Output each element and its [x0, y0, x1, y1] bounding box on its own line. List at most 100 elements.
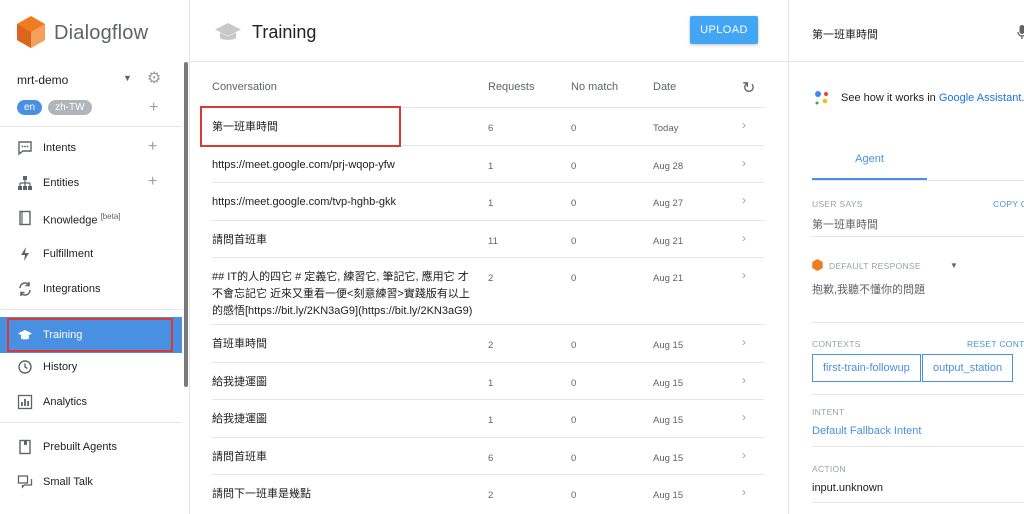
- sidebar-item-intents[interactable]: Intents +: [0, 130, 182, 166]
- table-row[interactable]: ## IT的人的四它 # 定義它, 練習它, 筆記它, 應用它 才不會忘記它 近…: [212, 258, 764, 325]
- row-requests: 1: [488, 377, 494, 389]
- chevron-right-icon[interactable]: ›: [742, 118, 746, 132]
- row-conversation: 請問首班車: [212, 450, 267, 463]
- column-header-no-match[interactable]: No match: [571, 81, 618, 93]
- chevron-right-icon[interactable]: ›: [742, 268, 746, 282]
- dialogflow-response-icon: [812, 259, 823, 274]
- chevron-right-icon[interactable]: ›: [742, 410, 746, 424]
- intent-label: INTENT: [812, 407, 845, 417]
- table-row[interactable]: 首班車時間 2 0 Aug 15 ›: [212, 325, 764, 363]
- sidebar-item-fulfillment[interactable]: Fulfillment: [0, 236, 182, 272]
- test-query-input[interactable]: 第一班車時間: [812, 26, 878, 42]
- upload-button[interactable]: UPLOAD: [690, 16, 758, 44]
- chevron-right-icon[interactable]: ›: [742, 335, 746, 349]
- dialogflow-logo-icon: [17, 16, 45, 51]
- column-header-date[interactable]: Date: [653, 81, 676, 93]
- sync-icon: [17, 281, 33, 297]
- row-requests: 2: [488, 340, 494, 351]
- sidebar-item-label: Analytics: [43, 396, 88, 408]
- beta-badge: [beta]: [100, 212, 121, 221]
- table-row[interactable]: 請問首班車 11 0 Aug 21 ›: [212, 221, 764, 258]
- lightning-icon: [17, 246, 33, 262]
- language-chip-zh-tw[interactable]: zh-TW: [48, 100, 92, 115]
- language-chip-en[interactable]: en: [17, 100, 43, 115]
- row-no-match: 0: [571, 198, 577, 209]
- microphone-icon[interactable]: [1017, 24, 1024, 43]
- training-main: Training UPLOAD Conversation Requests No…: [190, 0, 788, 514]
- sidebar-item-integrations[interactable]: Integrations: [0, 271, 182, 307]
- bookmark-book-icon: [17, 439, 33, 455]
- sidebar-divider: [0, 309, 182, 310]
- chevron-right-icon[interactable]: ›: [742, 156, 746, 170]
- gear-icon[interactable]: ⚙: [147, 70, 161, 88]
- highlight-box-first-row: [200, 106, 401, 147]
- page-title: Training: [252, 22, 317, 42]
- reset-contexts-button[interactable]: RESET CONTE: [967, 339, 1024, 349]
- section-divider: [812, 236, 1024, 237]
- action-label: ACTION: [812, 464, 846, 474]
- google-assistant-link[interactable]: Google Assistant.: [939, 92, 1024, 104]
- row-conversation: 給我捷運圖: [212, 413, 267, 425]
- row-conversation: 首班車時間: [212, 338, 267, 350]
- brand-name: Dialogflow: [54, 22, 149, 44]
- tab-agent[interactable]: Agent: [812, 146, 927, 180]
- sidebar-item-prebuilt-agents[interactable]: Prebuilt Agents: [0, 429, 182, 465]
- sidebar-item-label: Small Talk: [43, 476, 93, 488]
- column-header-requests[interactable]: Requests: [488, 81, 534, 93]
- row-date: Aug 28: [653, 160, 684, 172]
- table-row[interactable]: 給我捷運圖 1 0 Aug 15 ›: [212, 363, 764, 400]
- row-conversation: https://meet.google.com/prj-wqop-yfw: [212, 158, 395, 171]
- brand[interactable]: Dialogflow: [17, 16, 148, 51]
- row-requests: 1: [488, 160, 494, 172]
- chat-icon: [17, 474, 33, 490]
- default-response-label: DEFAULT RESPONSE: [829, 261, 921, 271]
- add-intent-icon[interactable]: +: [148, 139, 157, 155]
- row-requests: 6: [488, 452, 494, 464]
- sidebar-item-knowledge[interactable]: Knowledge [beta]: [0, 200, 182, 236]
- section-divider: [812, 446, 1024, 447]
- row-date: Today: [653, 123, 679, 134]
- sidebar: Dialogflow mrt-demo ▼ ⚙ en zh-TW + Inten…: [0, 0, 190, 514]
- table-row[interactable]: 請問下一班車是幾點 2 0 Aug 15 ›: [212, 475, 764, 513]
- chevron-down-icon[interactable]: ▼: [950, 261, 958, 270]
- context-chip[interactable]: output_station: [922, 354, 1014, 382]
- table-row[interactable]: 請問首班車 6 0 Aug 15 ›: [212, 438, 764, 475]
- sidebar-item-analytics[interactable]: Analytics: [0, 384, 182, 420]
- highlight-box-training: [7, 318, 173, 352]
- column-header-conversation[interactable]: Conversation: [212, 81, 277, 93]
- sidebar-item-label: Prebuilt Agents: [43, 441, 117, 453]
- chevron-right-icon[interactable]: ›: [742, 485, 746, 499]
- row-conversation: ## IT的人的四它 # 定義它, 練習它, 筆記它, 應用它 才不會忘記它 近…: [212, 271, 473, 317]
- chevron-right-icon[interactable]: ›: [742, 373, 746, 387]
- table-row[interactable]: https://meet.google.com/prj-wqop-yfw 1 0…: [212, 146, 764, 183]
- table-row[interactable]: https://meet.google.com/tvp-hghb-gkk 1 0…: [212, 183, 764, 221]
- intent-link[interactable]: Default Fallback Intent: [812, 425, 921, 437]
- sidebar-item-history[interactable]: History: [0, 349, 182, 385]
- sidebar-item-label: History: [43, 361, 78, 373]
- user-says-value: 第一班車時間: [812, 219, 878, 231]
- page-header: Training UPLOAD: [190, 0, 788, 62]
- sidebar-item-small-talk[interactable]: Small Talk: [0, 464, 182, 500]
- chevron-right-icon[interactable]: ›: [742, 231, 746, 245]
- row-no-match: 0: [571, 235, 577, 247]
- row-no-match: 0: [571, 490, 577, 501]
- context-chip[interactable]: first-train-followup: [812, 354, 921, 382]
- refresh-icon[interactable]: ↻: [742, 78, 755, 98]
- agent-selector[interactable]: mrt-demo ▼ ⚙: [17, 70, 167, 88]
- google-assistant-icon: [812, 88, 832, 111]
- add-entity-icon[interactable]: +: [148, 174, 157, 190]
- row-conversation: https://meet.google.com/tvp-hghb-gkk: [212, 196, 397, 208]
- sidebar-item-label: Knowledge [beta]: [43, 212, 121, 227]
- add-language-icon[interactable]: +: [149, 100, 158, 116]
- chevron-right-icon[interactable]: ›: [742, 448, 746, 462]
- chevron-right-icon[interactable]: ›: [742, 193, 746, 207]
- chevron-down-icon[interactable]: ▼: [123, 73, 132, 83]
- copy-curl-button[interactable]: COPY C: [993, 199, 1024, 209]
- row-date: Aug 15: [653, 490, 684, 501]
- action-value: input.unknown: [812, 482, 883, 494]
- tab-divider: [812, 180, 1024, 181]
- sidebar-item-entities[interactable]: Entities +: [0, 165, 182, 201]
- table-row[interactable]: 給我捷運圖 1 0 Aug 15 ›: [212, 400, 764, 438]
- language-list: en zh-TW: [17, 100, 92, 115]
- sidebar-scrollbar[interactable]: [184, 62, 188, 387]
